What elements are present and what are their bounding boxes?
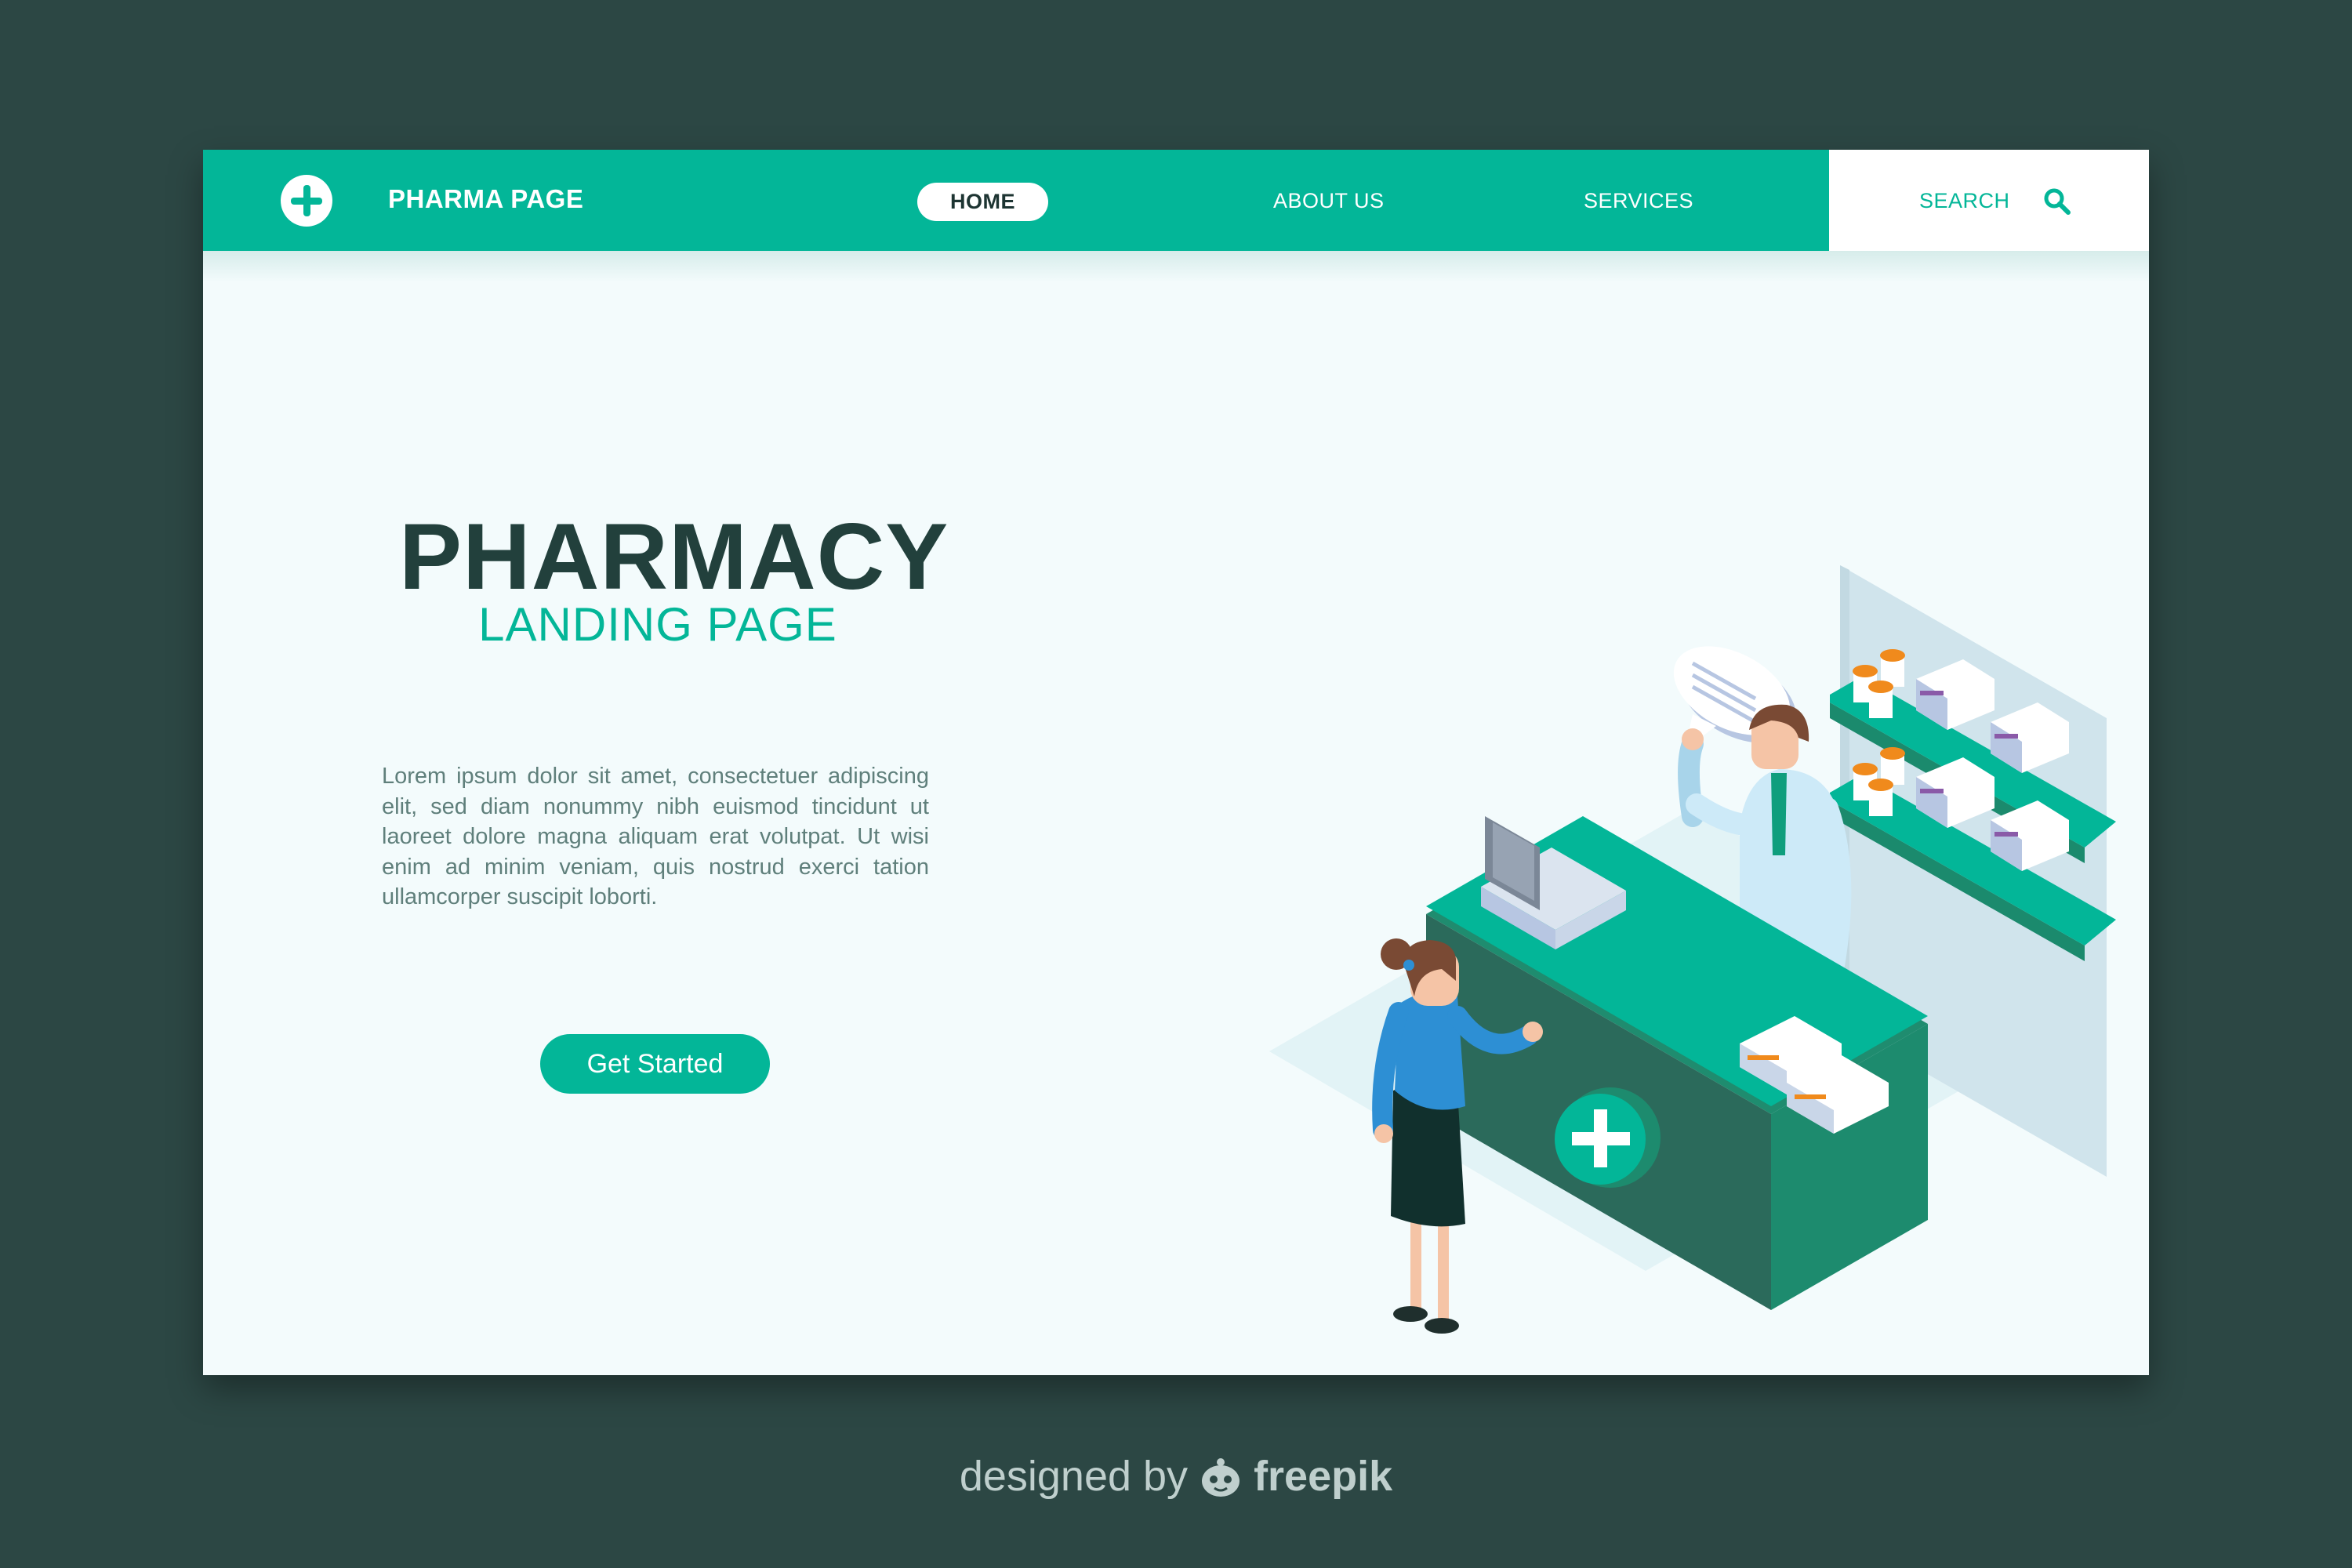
landing-page-frame: PHARMA PAGE HOME ABOUT US SERVICES SEARC… — [203, 150, 2149, 1375]
search-icon[interactable] — [2042, 187, 2072, 216]
get-started-button[interactable]: Get Started — [540, 1034, 770, 1094]
search-box[interactable]: SEARCH — [1829, 150, 2149, 251]
credit-brand: freepik — [1254, 1453, 1393, 1500]
nav-home-button[interactable]: HOME — [917, 183, 1048, 221]
brand-name[interactable]: PHARMA PAGE — [388, 184, 583, 214]
freepik-logo-icon — [1202, 1458, 1240, 1497]
credit-prefix: designed by — [959, 1453, 1189, 1500]
page-subtitle: LANDING PAGE — [478, 598, 837, 651]
navbar: PHARMA PAGE HOME ABOUT US SERVICES SEARC… — [203, 150, 2149, 251]
search-label[interactable]: SEARCH — [1919, 189, 2010, 213]
navbar-shadow — [203, 251, 2149, 282]
hero-description: Lorem ipsum dolor sit amet, consectetuer… — [382, 764, 929, 909]
page-title: PHARMACY — [399, 504, 949, 609]
freepik-credit[interactable]: designed by freepik — [941, 1445, 1411, 1508]
nav-services-link[interactable]: SERVICES — [1584, 189, 1693, 213]
nav-about-link[interactable]: ABOUT US — [1273, 189, 1385, 213]
pharmacy-illustration — [1269, 565, 2116, 1334]
plus-icon[interactable] — [281, 175, 332, 227]
